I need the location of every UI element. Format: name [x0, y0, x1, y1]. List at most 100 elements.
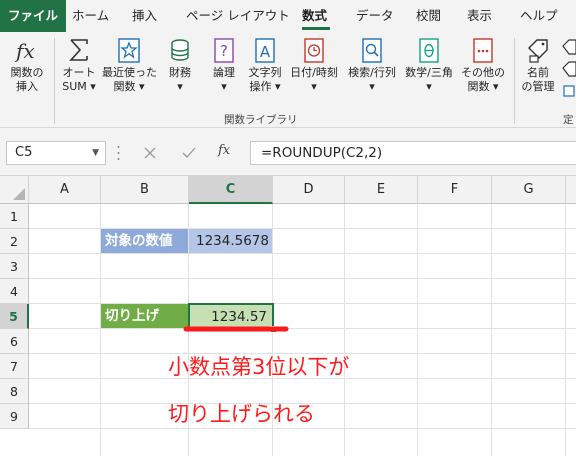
autosum-button[interactable]: オート SUM ▾	[58, 36, 100, 94]
chevron-down-icon[interactable]: ▼	[92, 142, 99, 164]
button-label: その他の	[461, 66, 505, 79]
row-header-9[interactable]: 9	[0, 404, 29, 429]
column-header-f[interactable]: F	[418, 176, 492, 204]
gridline	[29, 328, 576, 329]
lookup-reference-button[interactable]: 検索/行列 ▾	[344, 36, 400, 94]
ribbon-tab-bar: ファイル ホーム 挿入 ページ レイアウト 数式 データ 校閲 表示 ヘルプ	[0, 0, 576, 32]
column-header-g[interactable]: G	[492, 176, 566, 204]
button-label: オート	[62, 66, 96, 79]
button-label: ▾	[177, 80, 183, 93]
button-label: ▾	[311, 80, 317, 93]
formula-buttons: fx	[134, 141, 248, 165]
button-label: ▾	[221, 80, 227, 93]
fx-icon: fx	[14, 36, 40, 64]
gridline	[491, 204, 492, 456]
button-label: の管理	[521, 80, 555, 93]
gridline	[29, 253, 576, 254]
button-label: 論理	[213, 66, 235, 79]
button-label: 名前	[527, 66, 549, 79]
name-box[interactable]: C5 ▼	[6, 141, 106, 165]
drag-handle-icon[interactable]	[117, 144, 120, 162]
tab-data[interactable]: データ	[356, 0, 394, 32]
clock-book-icon	[301, 36, 327, 64]
button-label: 関数の	[10, 66, 44, 79]
button-label: 操作 ▾	[249, 80, 281, 93]
button-label: 関数 ▾	[113, 80, 145, 93]
financial-button[interactable]: 財務 ▾	[160, 36, 200, 94]
active-tab-indicator	[302, 27, 330, 30]
sigma-icon	[66, 36, 92, 64]
tab-help[interactable]: ヘルプ	[520, 0, 558, 32]
select-all-corner[interactable]	[0, 176, 29, 204]
search-book-icon	[359, 36, 385, 64]
ribbon: fx 関数の 挿入 オート SUM ▾ 最近使った 関数 ▾ 財務 ▾ ? 論理…	[0, 32, 576, 128]
tab-page-layout[interactable]: ページ レイアウト	[186, 0, 290, 32]
annotation-line-2: 切り上げられる	[168, 402, 315, 426]
math-trig-button[interactable]: 数学/三角 ▾	[400, 36, 458, 94]
gridline	[29, 278, 576, 279]
recent-functions-button[interactable]: 最近使った 関数 ▾	[102, 36, 157, 94]
button-label: 数学/三角	[405, 66, 453, 79]
group-label-defined-names: 定	[563, 114, 574, 126]
more-book-icon	[470, 36, 496, 64]
text-book-icon: A	[252, 36, 278, 64]
svg-text:fx: fx	[14, 39, 35, 63]
row-header-7[interactable]: 7	[0, 354, 29, 379]
annotation-line-1: 小数点第3位以下が	[168, 355, 350, 379]
row-header-8[interactable]: 8	[0, 379, 29, 404]
column-header-d[interactable]: D	[273, 176, 345, 204]
row-header-6[interactable]: 6	[0, 329, 29, 354]
date-time-button[interactable]: 日付/時刻 ▾	[287, 36, 341, 94]
row-header-2[interactable]: 2	[0, 229, 29, 254]
cell-b2-label[interactable]: 対象の数値	[101, 229, 188, 253]
button-label: SUM ▾	[62, 80, 96, 93]
cell-b5-label[interactable]: 切り上げ	[101, 304, 188, 328]
coins-icon	[167, 36, 193, 64]
button-label: 最近使った	[102, 66, 157, 79]
define-name-icon[interactable]	[561, 38, 576, 102]
question-book-icon: ?	[211, 36, 237, 64]
more-functions-button[interactable]: その他の 関数 ▾	[458, 36, 508, 94]
column-header-e[interactable]: E	[345, 176, 418, 204]
tab-review[interactable]: 校閲	[416, 0, 441, 32]
row-header-1[interactable]: 1	[0, 204, 29, 229]
tab-insert[interactable]: 挿入	[132, 0, 157, 32]
formula-input[interactable]: =ROUNDUP(C2,2)	[250, 141, 576, 165]
svg-text:?: ?	[220, 42, 228, 60]
tab-home[interactable]: ホーム	[72, 0, 109, 32]
formula-bar: C5 ▼ fx =ROUNDUP(C2,2)	[0, 128, 576, 176]
enter-check-icon[interactable]	[182, 147, 196, 159]
button-label: ▾	[369, 80, 375, 93]
column-header-partial[interactable]	[566, 176, 576, 204]
column-header-c[interactable]: C	[189, 176, 273, 204]
insert-function-fx-icon[interactable]: fx	[218, 143, 230, 158]
group-divider	[54, 38, 55, 124]
row-header-3[interactable]: 3	[0, 254, 29, 279]
theta-book-icon	[416, 36, 442, 64]
button-label: 検索/行列	[348, 66, 396, 79]
column-header-b[interactable]: B	[101, 176, 189, 204]
button-label: 挿入	[16, 80, 38, 93]
name-manager-button[interactable]: 名前 の管理	[518, 36, 558, 94]
logical-button[interactable]: ? 論理 ▾	[204, 36, 244, 94]
text-functions-button[interactable]: A 文字列 操作 ▾	[244, 36, 286, 94]
column-header-a[interactable]: A	[29, 176, 101, 204]
row-header-4[interactable]: 4	[0, 279, 29, 304]
tab-file[interactable]: ファイル	[0, 0, 67, 32]
star-icon	[116, 36, 142, 64]
row-header-5[interactable]: 5	[0, 304, 29, 329]
cell-c2-value[interactable]: 1234.5678	[189, 229, 272, 253]
worksheet-grid[interactable]: A B C D E F G 1 2 3 4 5 6 7 8 9 対象の数値 12…	[0, 176, 576, 456]
button-label: 財務	[169, 66, 191, 79]
name-box-value: C5	[15, 145, 33, 160]
gridline	[565, 204, 566, 456]
tab-view[interactable]: 表示	[467, 0, 492, 32]
cancel-icon[interactable]	[144, 147, 156, 159]
gridline	[417, 204, 418, 456]
gridline	[344, 204, 345, 456]
button-label: ▾	[426, 80, 432, 93]
group-label-function-library: 関数ライブラリ	[224, 114, 298, 126]
red-underline-annotation	[183, 326, 289, 332]
insert-function-button[interactable]: fx 関数の 挿入	[6, 36, 48, 94]
svg-text:A: A	[260, 43, 271, 61]
